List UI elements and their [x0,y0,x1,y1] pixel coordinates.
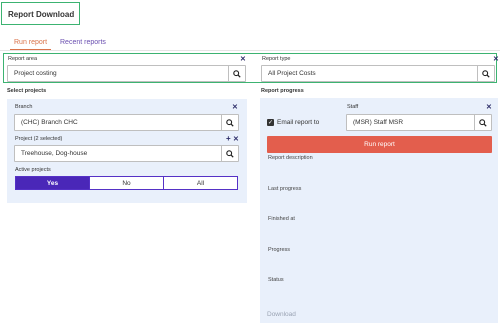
clear-staff-icon[interactable]: ✕ [486,104,492,111]
branch-label: Branch [15,104,33,110]
page-title: Report Download [8,10,75,19]
report-area-search-button[interactable] [228,66,245,81]
tab-run-report[interactable]: Run report [14,39,47,46]
status-label: Status [268,277,284,283]
report-type-search-button[interactable] [477,66,494,81]
report-type-field[interactable]: All Project Costs [261,65,495,82]
staff-search-button[interactable] [474,115,491,130]
branch-value: (CHC) Branch CHC [21,119,78,126]
report-progress-title: Report progress [261,88,304,94]
tab-divider [0,50,500,51]
page-title-box: Report Download [1,2,80,25]
tab-recent-reports[interactable]: Recent reports [60,39,106,46]
project-search-button[interactable] [221,146,238,161]
search-icon [233,69,241,78]
search-icon [226,149,234,158]
project-label: Project (2 selected) [15,136,63,142]
last-progress-label: Last progress [268,186,302,192]
clear-report-type-icon[interactable]: ✕ [493,56,499,63]
checkbox-checked-icon: ✓ [267,119,274,126]
clear-project-icon[interactable]: ✕ [233,136,239,143]
staff-label: Staff [347,104,359,110]
project-value: Treehouse, Dog-house [21,150,88,157]
search-icon [226,118,234,127]
run-report-button[interactable]: Run report [267,136,492,153]
staff-value: (MSR) Staff MSR [353,119,404,126]
report-progress-panel [260,98,498,323]
branch-field[interactable]: (CHC) Branch CHC [14,114,239,131]
report-type-value: All Project Costs [268,70,316,77]
clear-report-area-icon[interactable]: ✕ [240,56,246,63]
clear-branch-icon[interactable]: ✕ [232,104,238,111]
active-projects-all[interactable]: All [164,177,237,189]
active-projects-no[interactable]: No [90,177,164,189]
search-icon [482,69,490,78]
report-type-label: Report type [262,56,291,62]
staff-field[interactable]: (MSR) Staff MSR [346,114,492,131]
search-icon [479,118,487,127]
project-field[interactable]: Treehouse, Dog-house [14,145,239,162]
select-projects-title: Select projects [7,88,47,94]
report-area-field[interactable]: Project costing [7,65,246,82]
report-area-label: Report area [8,56,38,62]
finished-at-label: Finished at [268,216,295,222]
active-projects-label: Active projects [15,167,51,173]
report-area-value: Project costing [14,70,57,77]
active-projects-yes[interactable]: Yes [16,177,90,189]
email-report-label: Email report to [277,119,320,126]
branch-search-button[interactable] [221,115,238,130]
report-description-label: Report description [268,155,313,161]
active-projects-toggle: Yes No All [15,176,238,190]
email-report-checkbox[interactable]: ✓ [267,119,274,126]
add-project-icon[interactable]: + [226,135,231,143]
progress-label: Progress [268,247,291,253]
download-link[interactable]: Download [267,311,296,318]
